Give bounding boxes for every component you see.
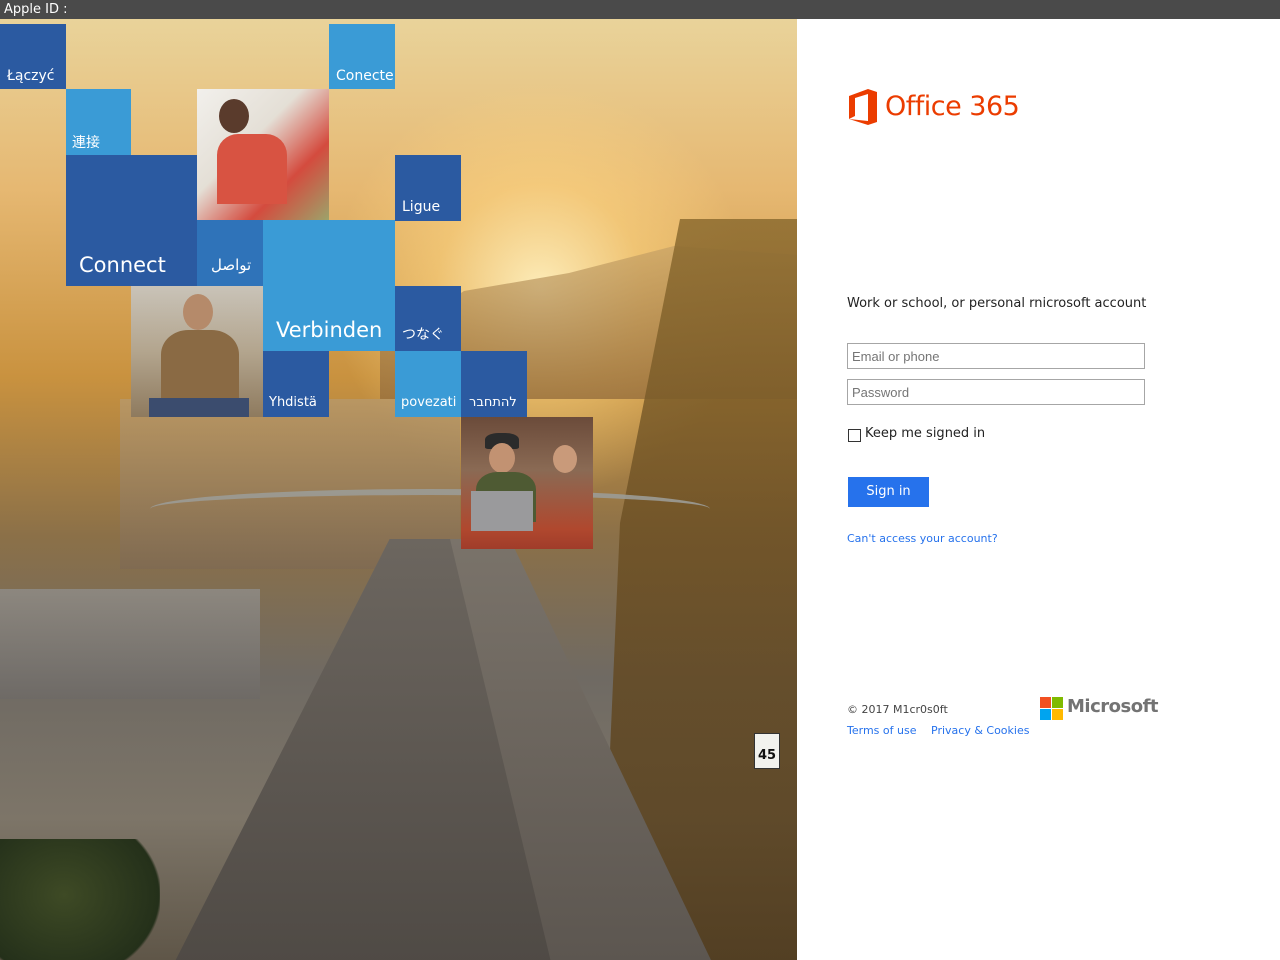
- photo-figure: [217, 134, 287, 204]
- tile-label: 連接: [72, 135, 100, 151]
- photo-figure: [553, 445, 577, 473]
- tile-tsunagu: つなぐ: [395, 286, 461, 351]
- tile-label: つなぐ: [402, 327, 444, 343]
- tile-povezati: povezati: [395, 351, 461, 417]
- tile-lehitchaber: להתחבר: [461, 351, 527, 417]
- tile-label: تواصل: [211, 256, 252, 274]
- keep-signed-in-checkbox[interactable]: [848, 429, 861, 442]
- microsoft-logo-icon: [1040, 697, 1063, 720]
- tile-label: Conecte: [336, 68, 394, 84]
- copyright: © 2017 M1cr0s0ft: [847, 703, 948, 716]
- tile-label: להתחבר: [469, 395, 517, 410]
- photo-figure: [489, 443, 515, 473]
- photo-figure: [183, 294, 213, 330]
- signin-pane: Office 365 Work or school, or personal r…: [797, 19, 1280, 960]
- tile-verbinden: Verbinden: [263, 220, 395, 351]
- tile-lianjie: 連接: [66, 89, 131, 155]
- bridge: [150, 489, 710, 529]
- office-icon: [849, 89, 877, 125]
- tile-label: Ligue: [402, 199, 441, 215]
- tile-ligue: Ligue: [395, 155, 461, 221]
- parking-lot: [0, 589, 260, 699]
- top-bar: Apple ID :: [0, 0, 1280, 19]
- office-brand-text: Office 365: [885, 91, 1020, 122]
- keep-signed-in-label[interactable]: Keep me signed in: [865, 426, 985, 441]
- speed-limit-sign: 45: [754, 733, 780, 769]
- email-input[interactable]: [847, 343, 1145, 369]
- office-logo: Office 365: [847, 89, 1027, 129]
- photo-woman-reading: [197, 89, 329, 220]
- tile-label: povezati: [401, 395, 457, 410]
- photo-people-laptop: [461, 417, 593, 549]
- tile-label: Connect: [79, 253, 166, 277]
- apple-id-label: Apple ID :: [4, 2, 68, 17]
- sign-in-button[interactable]: Sign in: [848, 477, 929, 507]
- tile-tawasal: تواصل: [197, 220, 263, 286]
- tile-yhdista: Yhdistä: [263, 351, 329, 417]
- microsoft-brand-text: Microsoft: [1067, 696, 1159, 717]
- tile-connect: Connect: [66, 155, 197, 286]
- photo-figure: [219, 99, 249, 133]
- signin-heading: Work or school, or personal rnicrosoft a…: [847, 296, 1147, 311]
- cant-access-link[interactable]: Can't access your account?: [847, 532, 998, 545]
- hero-image: 45 Łączyć Conecte 連接 Ligue Connect تواصل…: [0, 19, 797, 960]
- tile-laczyc: Łączyć: [0, 24, 66, 89]
- palm-tree: [0, 839, 160, 960]
- tile-label: Łączyć: [7, 68, 55, 84]
- privacy-link[interactable]: Privacy & Cookies: [931, 724, 1029, 737]
- tile-conecte: Conecte: [329, 24, 395, 89]
- tile-label: Yhdistä: [269, 395, 317, 410]
- terms-link[interactable]: Terms of use: [847, 724, 916, 737]
- photo-figure: [149, 398, 249, 417]
- photo-figure: [161, 330, 239, 400]
- photo-laptop: [471, 491, 533, 531]
- tile-label: Verbinden: [276, 318, 383, 342]
- photo-man-phone: [131, 286, 263, 417]
- password-input[interactable]: [847, 379, 1145, 405]
